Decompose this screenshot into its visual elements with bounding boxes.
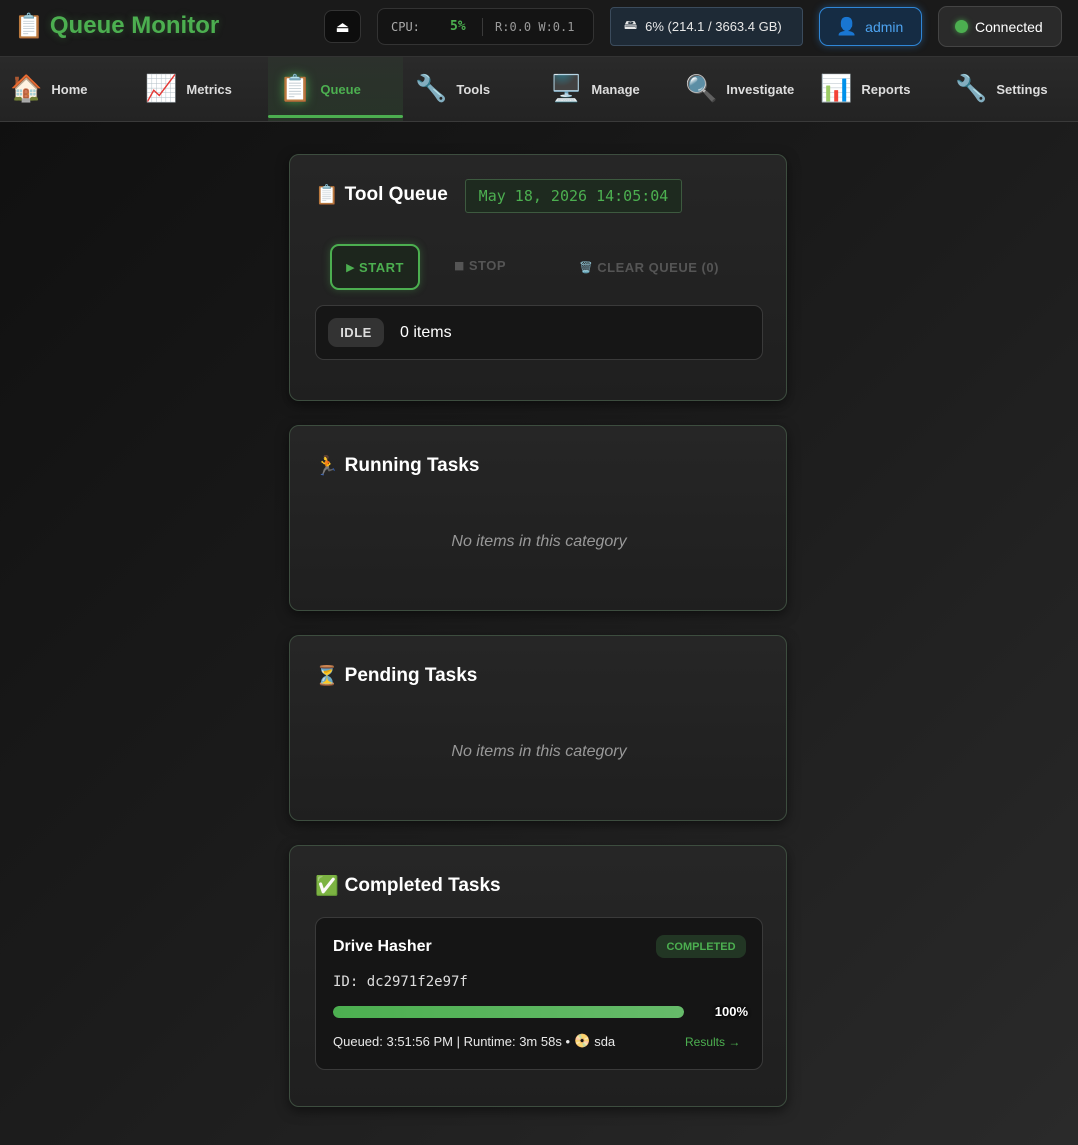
card-title-text: Running Tasks [344,454,480,476]
clipboard-icon: 📋 [315,184,339,206]
wrench-icon: 🔧 [955,74,988,104]
task-name: Drive Hasher [333,938,432,955]
progress-fill [333,1006,684,1018]
nav-metrics[interactable]: 📈 Metrics [145,57,273,121]
nav-manage[interactable]: 🖥️ Manage [550,57,678,121]
nav-label: Investigate [726,81,795,97]
hard-drive-icon: 🖴 [624,17,638,33]
queue-status-bar: IDLE 0 items [315,305,763,360]
nav-label: Metrics [186,81,232,97]
nav-settings[interactable]: 🔧 Settings [955,57,1073,121]
card-title: ⏳ Pending Tasks [315,664,478,688]
task-item: Drive Hasher COMPLETED ID: dc2971f2e97f … [315,917,763,1070]
cpu-indicator: CPU: 5% R:0.0 W:0.1 [377,8,594,45]
connection-status: Connected [938,6,1062,47]
monitor-icon: 🖥️ [550,74,583,104]
task-device: sda [594,1034,616,1049]
clear-queue-label: CLEAR QUEUE (0) [597,259,719,275]
home-icon: 🏠 [10,74,43,104]
disc-icon: 📀 [574,1034,591,1049]
user-icon: 👤 [836,16,858,37]
user-menu-button[interactable]: 👤 admin [819,7,922,46]
nav-label: Settings [996,81,1048,97]
nav-investigate[interactable]: 🔍 Investigate [685,57,813,121]
disk-io-value: R:0.0 W:0.1 [495,20,575,34]
clipboard-icon: 📋 [14,12,44,40]
nav-reports[interactable]: 📊 Reports [820,57,948,121]
main-nav: 🏠 Home 📈 Metrics 📋 Queue 🔧 Tools 🖥️ Mana… [0,57,1078,122]
nav-label: Tools [456,81,491,97]
queue-timestamp: May 18, 2026 14:05:04 [465,179,682,213]
runner-icon: 🏃 [315,455,339,477]
progress-bar [333,1006,684,1018]
running-tasks-card: 🏃 Running Tasks No items in this categor… [289,425,787,611]
task-meta-text: Queued: 3:51:56 PM | Runtime: 3m 58s • [333,1034,570,1049]
eject-button[interactable]: ⏏ [324,10,361,43]
disk-usage-indicator: 🖴 6% (214.1 / 3663.4 GB) [610,7,803,46]
start-label: START [359,259,404,275]
items-count: 0 items [400,324,452,341]
top-header: 📋 Queue Monitor ⏏ CPU: 5% R:0.0 W:0.1 🖴 … [0,0,1078,57]
results-link[interactable]: Results → [685,1035,740,1049]
stop-button[interactable]: ■ STOP [440,251,520,279]
bar-chart-icon: 📊 [820,74,853,104]
hourglass-icon: ⏳ [315,665,339,687]
app-title: Queue Monitor [49,12,220,39]
card-title-text: Pending Tasks [344,664,478,686]
card-title-text: Completed Tasks [344,874,501,896]
clipboard-icon: 📋 [279,74,312,104]
cpu-divider [482,18,483,36]
magnifier-icon: 🔍 [685,74,718,104]
tool-queue-card: 📋 Tool Queue May 18, 2026 14:05:04 ▶ STA… [289,154,787,401]
stop-label: STOP [468,257,507,273]
clear-queue-button[interactable]: 🗑️ CLEAR QUEUE (0) [560,253,738,281]
nav-queue[interactable]: 📋 Queue [268,57,403,121]
nav-tools[interactable]: 🔧 Tools [415,57,543,121]
connection-status-text: Connected [975,18,1043,35]
nav-label: Home [51,81,88,97]
eject-icon: ⏏ [335,17,350,36]
progress-percent: 100% [714,1004,748,1019]
pending-tasks-card: ⏳ Pending Tasks No items in this categor… [289,635,787,821]
stop-icon: ■ [453,258,465,272]
check-mark-icon: ✅ [315,875,339,897]
status-badge: IDLE [328,318,384,347]
task-id: ID: dc2971f2e97f [333,974,468,990]
nav-home[interactable]: 🏠 Home [10,57,138,121]
card-title-text: Tool Queue [344,183,448,205]
nav-label: Manage [591,81,640,97]
card-title: 📋 Tool Queue [315,183,448,207]
nav-label: Queue [320,81,361,97]
card-title: ✅ Completed Tasks [315,874,501,898]
completed-tasks-card: ✅ Completed Tasks Drive Hasher COMPLETED… [289,845,787,1107]
username: admin [865,18,904,35]
app-logo: 📋 Queue Monitor [14,10,219,42]
status-dot-icon [955,20,968,33]
play-icon: ▶ [346,260,356,274]
wrench-icon: 🔧 [415,74,448,104]
status-badge: COMPLETED [656,935,746,958]
task-meta: Queued: 3:51:56 PM | Runtime: 3m 58s • 📀… [333,1034,615,1049]
cpu-value: 5% [450,19,466,34]
card-title: 🏃 Running Tasks [315,454,480,478]
trash-icon: 🗑️ [579,260,594,274]
empty-message: No items in this category [451,533,627,550]
cpu-label: CPU: [391,20,420,34]
start-button[interactable]: ▶ START [330,244,420,290]
nav-label: Reports [861,81,911,97]
chart-up-icon: 📈 [145,74,178,104]
empty-message: No items in this category [451,743,627,760]
disk-usage-text: 6% (214.1 / 3663.4 GB) [645,19,782,34]
active-tab-indicator [268,115,403,118]
